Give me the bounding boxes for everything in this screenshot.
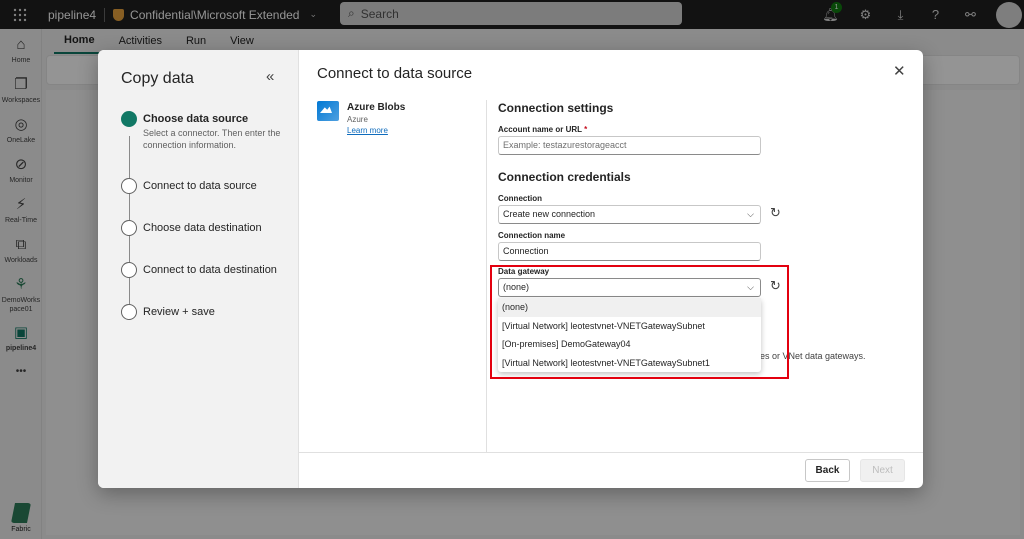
- connection-label: Connection: [498, 194, 542, 203]
- close-icon[interactable]: ✕: [893, 62, 906, 80]
- step-connect-data-destination[interactable]: Connect to data destination: [121, 262, 277, 278]
- step-connector-line: [129, 194, 130, 220]
- step-label: Connect to data destination: [143, 264, 277, 276]
- required-mark: *: [584, 125, 588, 134]
- next-button[interactable]: Next: [860, 459, 905, 482]
- step-indicator: [121, 111, 137, 127]
- refresh-icon[interactable]: ↻: [770, 205, 781, 221]
- step-indicator: [121, 304, 137, 320]
- step-label: Review + save: [143, 306, 215, 318]
- connection-name-label: Connection name: [498, 231, 566, 240]
- section-divider: [486, 100, 487, 452]
- wizard-steps-panel: Copy data « Choose data source Select a …: [98, 50, 299, 488]
- step-choose-data-destination[interactable]: Choose data destination: [121, 220, 262, 236]
- step-indicator: [121, 220, 137, 236]
- chevron-down-icon: ⌵: [747, 209, 754, 219]
- connector-category: Azure: [347, 115, 368, 124]
- azure-blobs-icon: [317, 101, 339, 121]
- step-connector-line: [129, 278, 130, 304]
- learn-more-link[interactable]: Learn more: [347, 125, 405, 136]
- copy-data-dialog: Copy data « Choose data source Select a …: [98, 50, 923, 488]
- collapse-panel-button[interactable]: «: [266, 68, 274, 85]
- account-name-label: Account name or URL *: [498, 125, 588, 134]
- step-label: Connect to data source: [143, 180, 257, 192]
- step-connect-data-source[interactable]: Connect to data source: [121, 178, 257, 194]
- step-indicator: [121, 262, 137, 278]
- step-indicator: [121, 178, 137, 194]
- wizard-title: Copy data: [121, 70, 194, 87]
- connection-dropdown[interactable]: Create new connection ⌵: [498, 205, 761, 224]
- dialog-footer-divider: [299, 452, 923, 453]
- step-description: Select a connector. Then enter the conne…: [143, 128, 281, 150]
- step-label: Choose data destination: [143, 222, 262, 234]
- highlight-annotation: [490, 265, 789, 379]
- connector-name: Azure Blobs: [347, 102, 406, 113]
- back-button[interactable]: Back: [805, 459, 850, 482]
- account-name-input[interactable]: Example: testazurestorageacct: [498, 136, 761, 155]
- connection-name-input[interactable]: Connection: [498, 242, 761, 261]
- step-review-save[interactable]: Review + save: [121, 304, 215, 320]
- selected-connector: Azure Blobs Azure Learn more: [317, 101, 405, 136]
- dialog-title: Connect to data source: [317, 65, 473, 82]
- connection-credentials-title: Connection credentials: [498, 170, 631, 184]
- step-connector-line: [129, 236, 130, 262]
- step-choose-data-source[interactable]: Choose data source Select a connector. T…: [121, 111, 283, 151]
- connection-settings-title: Connection settings: [498, 101, 614, 115]
- step-label: Choose data source: [143, 113, 249, 125]
